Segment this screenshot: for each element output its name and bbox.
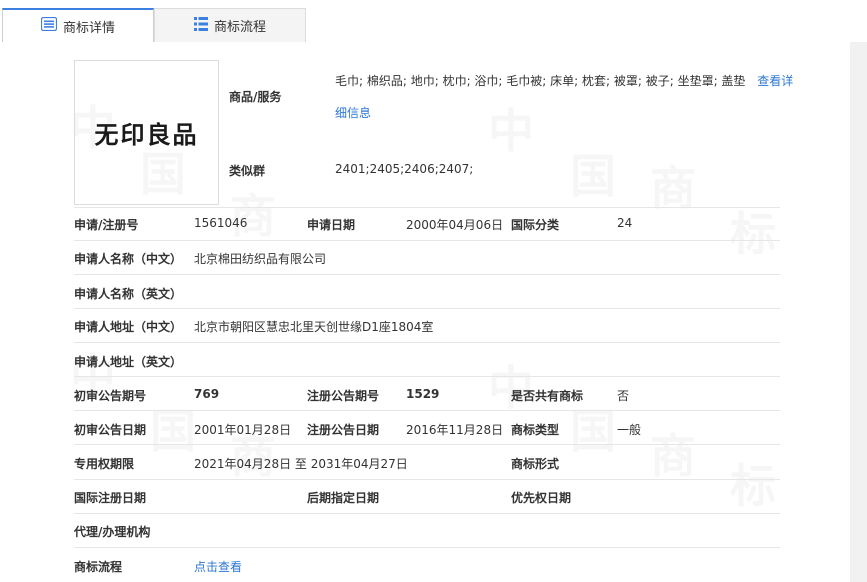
reg-date-label: 注册公告日期 bbox=[307, 423, 380, 437]
tab-label: 商标详情 bbox=[62, 20, 115, 36]
agent-label: 代理/办理机构 bbox=[74, 525, 151, 539]
reg-issue-label: 注册公告期号 bbox=[307, 389, 380, 403]
similar-group-label: 类似群 bbox=[229, 164, 266, 178]
applicant-cn-label: 申请人名称（中文） bbox=[74, 252, 183, 266]
applicant-cn-value: 北京棉田纺织品有限公司 bbox=[194, 252, 327, 266]
prelim-date-value: 2001年01月28日 bbox=[194, 423, 292, 437]
tab-trademark-flow[interactable]: 商标流程 bbox=[154, 8, 306, 42]
row-divider bbox=[74, 410, 780, 411]
prelim-issue-label: 初审公告期号 bbox=[74, 389, 147, 403]
trademark-logo-text: 无印良品 bbox=[94, 120, 199, 149]
validity-label: 专用权期限 bbox=[74, 457, 135, 471]
trademark-image: 无印良品 bbox=[74, 60, 219, 205]
app-date-label: 申请日期 bbox=[307, 218, 356, 232]
row-divider bbox=[74, 444, 780, 445]
tm-type-label: 商标类型 bbox=[511, 423, 560, 437]
tab-label: 商标流程 bbox=[213, 20, 266, 35]
row-divider bbox=[74, 376, 780, 377]
intl-class-value: 24 bbox=[617, 216, 633, 230]
goods-label: 商品/服务 bbox=[229, 90, 282, 104]
row-divider bbox=[74, 547, 780, 548]
address-en-label: 申请人地址（英文） bbox=[74, 355, 183, 369]
address-cn-value: 北京市朝阳区慧忠北里天创世缘D1座1804室 bbox=[194, 320, 434, 334]
list-detail-icon bbox=[40, 16, 63, 35]
view-more-link[interactable]: 查看详 bbox=[757, 74, 793, 88]
similar-group-value: 2401;2405;2406;2407; bbox=[335, 162, 474, 176]
scrollbar-track[interactable] bbox=[850, 42, 867, 582]
row-divider bbox=[74, 274, 780, 275]
grid-list-icon bbox=[193, 16, 214, 35]
row-divider bbox=[74, 240, 780, 241]
intl-class-label: 国际分类 bbox=[511, 218, 560, 232]
address-cn-label: 申请人地址（中文） bbox=[74, 320, 183, 334]
intl-reg-date-label: 国际注册日期 bbox=[74, 491, 147, 505]
row-divider bbox=[74, 308, 780, 309]
priority-date-label: 优先权日期 bbox=[511, 491, 572, 505]
prelim-issue-value: 769 bbox=[194, 387, 220, 401]
goods-list: 毛巾; 棉织品; 地巾; 枕巾; 浴巾; 毛巾被; 床单; 枕套; 被罩; 被子… bbox=[335, 74, 746, 88]
row-divider bbox=[74, 342, 780, 343]
flow-view-link[interactable]: 点击查看 bbox=[194, 558, 242, 575]
shared-label: 是否共有商标 bbox=[511, 389, 584, 403]
applicant-en-label: 申请人名称（英文） bbox=[74, 287, 183, 301]
shared-value: 否 bbox=[617, 389, 630, 403]
row-divider bbox=[74, 479, 780, 480]
app-date-value: 2000年04月06日 bbox=[406, 218, 504, 232]
reg-no-value: 1561046 bbox=[194, 216, 248, 230]
row-divider bbox=[74, 513, 780, 514]
tab-trademark-details[interactable]: 商标详情 bbox=[2, 8, 154, 43]
reg-date-value: 2016年11月28日 bbox=[406, 423, 504, 437]
reg-no-label: 申请/注册号 bbox=[74, 218, 139, 232]
reg-issue-value: 1529 bbox=[406, 387, 440, 401]
later-date-label: 后期指定日期 bbox=[307, 491, 380, 505]
validity-value: 2021年04月28日 至 2031年04月27日 bbox=[194, 457, 408, 471]
prelim-date-label: 初审公告日期 bbox=[74, 423, 147, 437]
tm-form-label: 商标形式 bbox=[511, 457, 560, 471]
view-more-link-cont[interactable]: 细信息 bbox=[335, 104, 371, 121]
goods-value: 毛巾; 棉织品; 地巾; 枕巾; 浴巾; 毛巾被; 床单; 枕套; 被罩; 被子… bbox=[335, 72, 793, 89]
flow-label: 商标流程 bbox=[74, 560, 123, 574]
row-divider bbox=[74, 207, 780, 208]
tab-bar: 商标详情 商标流程 bbox=[0, 8, 867, 43]
tm-type-value: 一般 bbox=[617, 423, 642, 437]
